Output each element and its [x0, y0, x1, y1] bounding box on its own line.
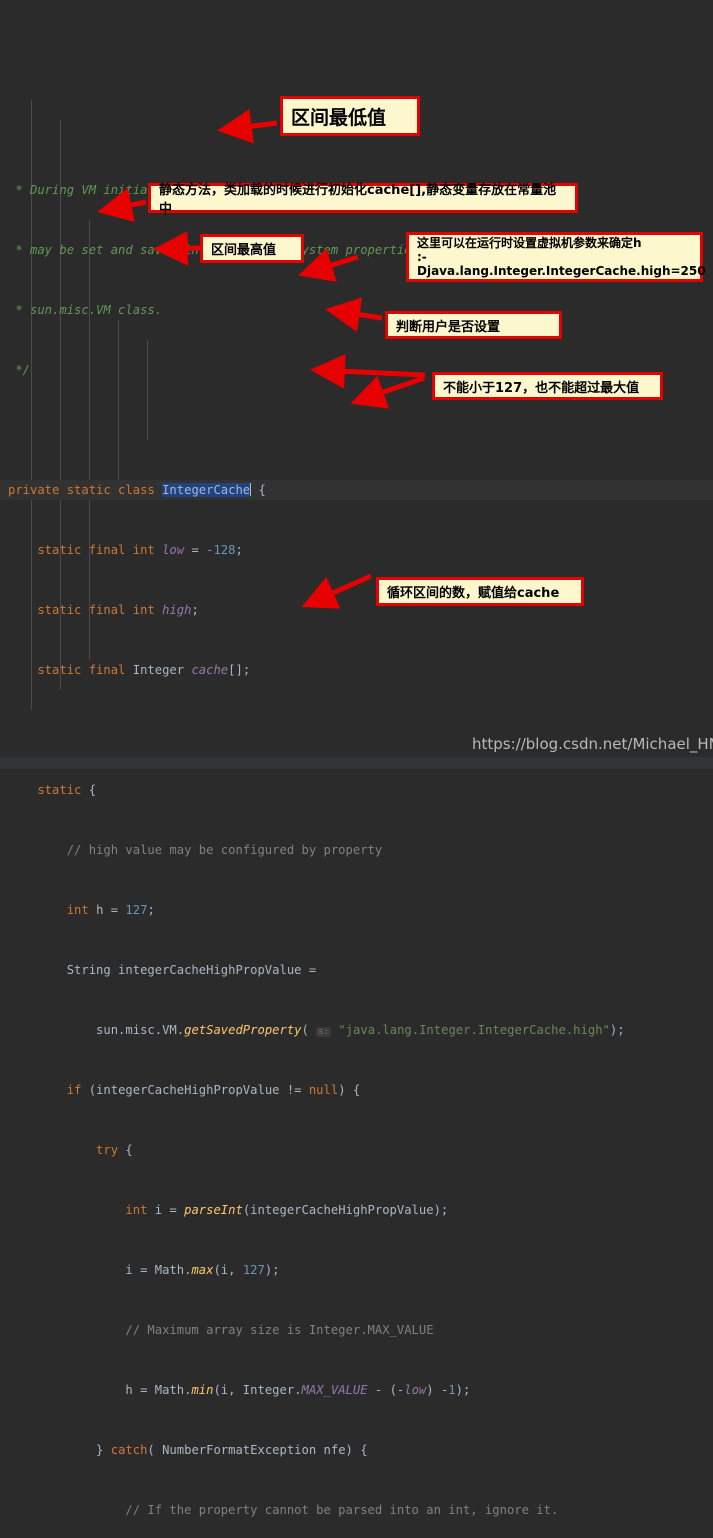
selected-identifier[interactable]: IntegerCache	[162, 483, 251, 497]
code-line[interactable]: // If the property cannot be parsed into…	[0, 1500, 713, 1520]
annotation-note-low: 区间最低值	[280, 96, 420, 136]
code-line[interactable]: // high value may be configured by prope…	[0, 840, 713, 860]
annotation-note-loop: 循环区间的数，赋值给cache	[376, 577, 584, 606]
code-line-max[interactable]: i = Math.max(i, 127);	[0, 1260, 713, 1280]
code-line-class-decl[interactable]: private static class IntegerCache {	[0, 480, 713, 500]
code-line[interactable]: int i = parseInt(integerCacheHighPropVal…	[0, 1200, 713, 1220]
footer-bar	[0, 757, 713, 769]
annotation-note-static: 静态方法，类加载的时候进行初始化cache[],静态变量存放在常量池中	[148, 183, 578, 217]
code-line[interactable]: static final int high;	[0, 600, 713, 620]
code-line[interactable]	[0, 420, 713, 440]
code-line-static-block[interactable]: static {	[0, 780, 713, 800]
annotation-note-vmarg: 这里可以在运行时设置虚拟机参数来确定h :-Djava.lang.Integer…	[406, 232, 706, 282]
annotation-note-range: 不能小于127，也不能超过最大值	[432, 372, 663, 400]
code-line-min[interactable]: h = Math.min(i, Integer.MAX_VALUE - (-lo…	[0, 1380, 713, 1400]
annotation-note-check: 判断用户是否设置	[385, 311, 562, 339]
annotation-note-high: 区间最高值	[200, 234, 304, 263]
code-line-catch[interactable]: } catch( NumberFormatException nfe) {	[0, 1440, 713, 1460]
indent-guide	[118, 320, 119, 480]
code-line-low[interactable]: static final int low = -128;	[0, 540, 713, 560]
code-line[interactable]: // Maximum array size is Integer.MAX_VAL…	[0, 1320, 713, 1340]
code-line-try[interactable]: try {	[0, 1140, 713, 1160]
parameter-hint: s:	[316, 1027, 332, 1037]
code-line[interactable]: * sun.misc.VM class.	[0, 300, 713, 320]
watermark-text: https://blog.csdn.net/Michael_HM	[472, 735, 713, 753]
code-line[interactable]: static final Integer cache[];	[0, 660, 713, 680]
code-line-h[interactable]: int h = 127;	[0, 900, 713, 920]
code-line-if[interactable]: if (integerCacheHighPropValue != null) {	[0, 1080, 713, 1100]
indent-guide	[89, 220, 90, 660]
code-line-getsaved[interactable]: sun.misc.VM.getSavedProperty( s: "java.l…	[0, 1020, 713, 1040]
code-line-prop[interactable]: String integerCacheHighPropValue =	[0, 960, 713, 980]
